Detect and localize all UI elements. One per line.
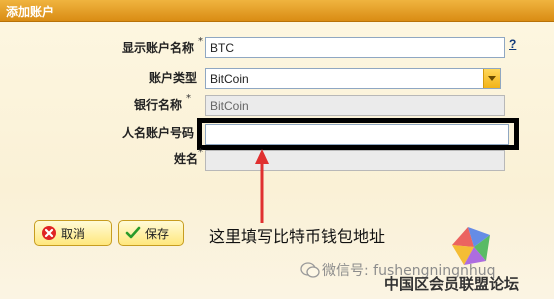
red-x-icon [41,225,57,241]
annotation-text: 这里填写比特币钱包地址 [209,227,386,246]
annotation-arrow [255,149,269,223]
save-button[interactable]: 保存 [118,220,184,246]
dialog-title: 添加账户 [6,5,55,19]
bank-name-required-mark: * [186,93,191,104]
account-type-select[interactable]: BitCoin [205,68,501,89]
cancel-button[interactable]: 取消 [34,220,112,246]
help-link[interactable]: ? [509,37,516,51]
wechat-icon [300,262,320,282]
bank-name-input[interactable]: BitCoin [205,95,505,116]
cancel-button-label: 取消 [61,226,86,241]
dialog-titlebar: 添加账户 [0,0,554,22]
forum-watermark: 中国区会员联盟论坛 [384,275,520,293]
green-check-icon [125,225,141,241]
forum-logo [446,221,496,273]
display-name-required-mark: * [198,36,203,47]
highlight-box [197,118,519,150]
account-type-value: BitCoin [210,72,249,86]
bank-name-label: 银行名称 [134,98,183,112]
chevron-down-icon[interactable] [483,69,500,88]
save-button-label: 保存 [145,226,170,241]
name-required-mark: * [198,147,203,158]
name-label: 姓名 [174,152,199,166]
display-name-input[interactable]: BTC [205,37,505,58]
account-number-label: 人名账户号码 [122,126,195,140]
account-type-label: 账户类型 [149,71,198,85]
display-name-label: 显示账户名称 [122,41,195,55]
